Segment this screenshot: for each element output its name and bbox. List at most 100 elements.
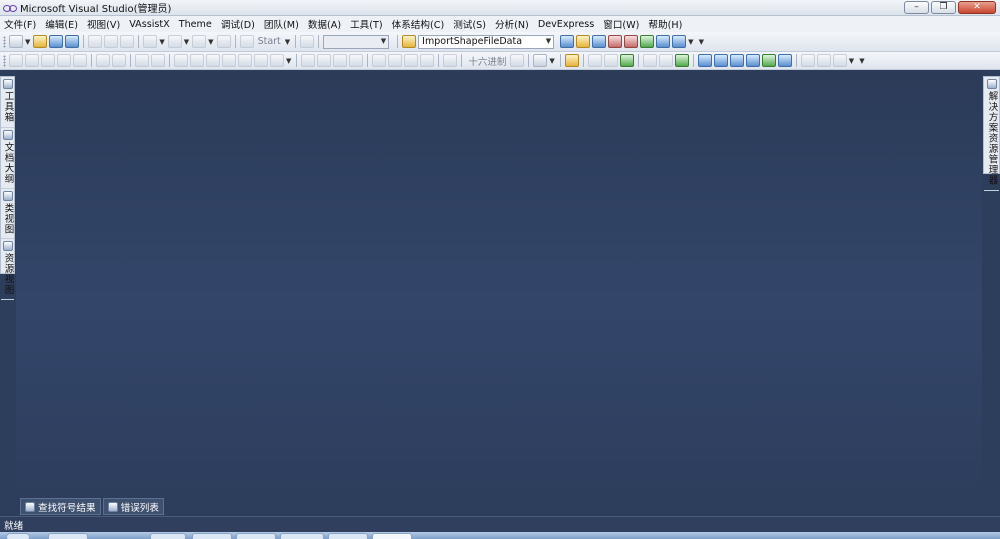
previous-bookmark-icon[interactable] <box>190 54 204 67</box>
menu-tools[interactable]: 工具(T) <box>350 17 383 31</box>
class-view-icon[interactable] <box>656 35 671 48</box>
menu-team[interactable]: 团队(M) <box>264 17 299 31</box>
new-project-icon[interactable] <box>9 35 23 48</box>
play-icon[interactable] <box>239 35 254 48</box>
tab-solution-explorer[interactable]: 解决方案资源管理器 <box>984 77 999 191</box>
menu-vassistx[interactable]: VAssistX <box>129 19 170 30</box>
chevron-down-icon[interactable]: ▼ <box>286 57 291 65</box>
chevron-down-icon[interactable]: ▼ <box>549 57 554 65</box>
lock-icon[interactable] <box>800 54 815 67</box>
uncomment-icon[interactable] <box>151 54 165 67</box>
bookmark-icon[interactable] <box>73 54 87 67</box>
taskbar-button[interactable] <box>150 533 186 539</box>
table-view-icon[interactable] <box>777 54 792 67</box>
format-right-icon[interactable] <box>619 54 634 67</box>
toolbar-grip[interactable] <box>3 54 6 67</box>
next-bookmark-icon[interactable] <box>206 54 220 67</box>
redo-icon[interactable] <box>167 35 182 48</box>
breakpoints-window-icon[interactable] <box>533 54 548 67</box>
taskbar-button[interactable] <box>48 533 88 539</box>
table-run-icon[interactable] <box>761 54 776 67</box>
start-orb-icon[interactable] <box>6 533 30 539</box>
comment-out-icon[interactable] <box>135 54 149 67</box>
chevron-down-icon[interactable]: ▼ <box>849 57 854 65</box>
member-list-icon[interactable] <box>9 54 23 67</box>
tab-class-view[interactable]: 类视图 <box>1 189 14 239</box>
chevron-down-icon[interactable]: ▼ <box>159 38 164 46</box>
copy-icon[interactable] <box>104 35 119 48</box>
step-out-icon[interactable] <box>420 54 435 67</box>
next-bookmark-folder-icon[interactable] <box>238 54 252 67</box>
clear-bookmarks-icon[interactable] <box>270 54 284 67</box>
undo-icon[interactable] <box>143 35 158 48</box>
step-into-icon[interactable] <box>388 54 403 67</box>
paste-icon[interactable] <box>120 35 135 48</box>
tab-error-list[interactable]: 错误列表 <box>102 498 164 515</box>
menu-file[interactable]: 文件(F) <box>4 17 36 31</box>
toolbar-overflow-icon[interactable]: ▼ <box>699 38 704 46</box>
minimize-button[interactable]: – <box>904 1 929 14</box>
layout-grid-icon[interactable] <box>658 54 673 67</box>
toggle-bookmark-icon[interactable] <box>174 54 188 67</box>
previous-bookmark-folder-icon[interactable] <box>222 54 236 67</box>
find-in-files-icon[interactable] <box>402 35 417 48</box>
navigate-forward-icon[interactable] <box>216 35 231 48</box>
menu-help[interactable]: 帮助(H) <box>648 17 682 31</box>
format-center-icon[interactable] <box>603 54 618 67</box>
restore-button[interactable]: ❐ <box>931 1 956 14</box>
save-all-icon[interactable] <box>65 35 80 48</box>
tab-find-symbol-results[interactable]: 查找符号结果 <box>20 498 101 515</box>
menu-edit[interactable]: 编辑(E) <box>45 17 78 31</box>
parameter-info-icon[interactable] <box>25 54 39 67</box>
table-properties-icon[interactable] <box>745 54 760 67</box>
previous-bookmark-document-icon[interactable] <box>254 54 268 67</box>
solution-configuration-dropdown[interactable]: ▼ <box>323 34 390 49</box>
hexadecimal-toggle[interactable]: 十六进制 <box>468 54 506 68</box>
table-icon[interactable] <box>729 54 744 67</box>
tab-resource-view[interactable]: 资源视图 <box>1 239 14 300</box>
taskbar-button[interactable] <box>280 533 324 539</box>
decrease-indent-icon[interactable] <box>96 54 110 67</box>
tab-document-outline[interactable]: 文档大纲 <box>1 128 14 189</box>
chevron-down-icon[interactable]: ▼ <box>688 38 693 46</box>
toolbox-icon[interactable] <box>624 35 639 48</box>
show-next-statement-icon[interactable] <box>372 54 387 67</box>
taskbar-button[interactable] <box>192 533 232 539</box>
back-icon[interactable] <box>832 54 847 67</box>
breakpoints-icon[interactable] <box>510 54 525 67</box>
taskbar-button[interactable] <box>372 533 412 539</box>
tab-toolbox[interactable]: 工具箱 <box>1 77 14 128</box>
step-over-icon[interactable] <box>404 54 419 67</box>
object-browser-icon[interactable] <box>608 35 623 48</box>
insert-row-icon[interactable] <box>697 54 712 67</box>
toolbar-overflow-icon[interactable]: ▼ <box>859 57 864 65</box>
continue-icon[interactable] <box>301 54 316 67</box>
menu-analyze[interactable]: 分析(N) <box>495 17 529 31</box>
start-debugging-button[interactable]: Start <box>258 36 281 47</box>
close-button[interactable]: ✕ <box>958 1 996 14</box>
copy-layout-icon[interactable] <box>816 54 831 67</box>
toolbar-grip[interactable] <box>3 35 6 48</box>
menu-test[interactable]: 测试(S) <box>453 17 486 31</box>
menu-data[interactable]: 数据(A) <box>308 17 341 31</box>
taskbar-button[interactable] <box>328 533 368 539</box>
format-left-icon[interactable] <box>587 54 602 67</box>
layout-refresh-icon[interactable] <box>674 54 689 67</box>
chevron-down-icon[interactable]: ▼ <box>285 38 290 46</box>
page-setup-icon[interactable] <box>564 54 579 67</box>
menu-view[interactable]: 视图(V) <box>87 17 120 31</box>
complete-word-icon[interactable] <box>57 54 71 67</box>
increase-indent-icon[interactable] <box>112 54 126 67</box>
solution-explorer-icon[interactable] <box>576 35 591 48</box>
chevron-down-icon[interactable]: ▼ <box>25 38 30 46</box>
menu-theme[interactable]: Theme <box>179 19 212 30</box>
restart-icon[interactable] <box>349 54 364 67</box>
layout-icon[interactable] <box>642 54 657 67</box>
chevron-down-icon[interactable]: ▼ <box>208 38 213 46</box>
menu-debug[interactable]: 调试(D) <box>221 17 255 31</box>
menu-window[interactable]: 窗口(W) <box>603 17 639 31</box>
quick-info-icon[interactable] <box>41 54 55 67</box>
insert-column-icon[interactable] <box>713 54 728 67</box>
navigate-backward-icon[interactable] <box>192 35 207 48</box>
command-window-icon[interactable] <box>672 35 687 48</box>
